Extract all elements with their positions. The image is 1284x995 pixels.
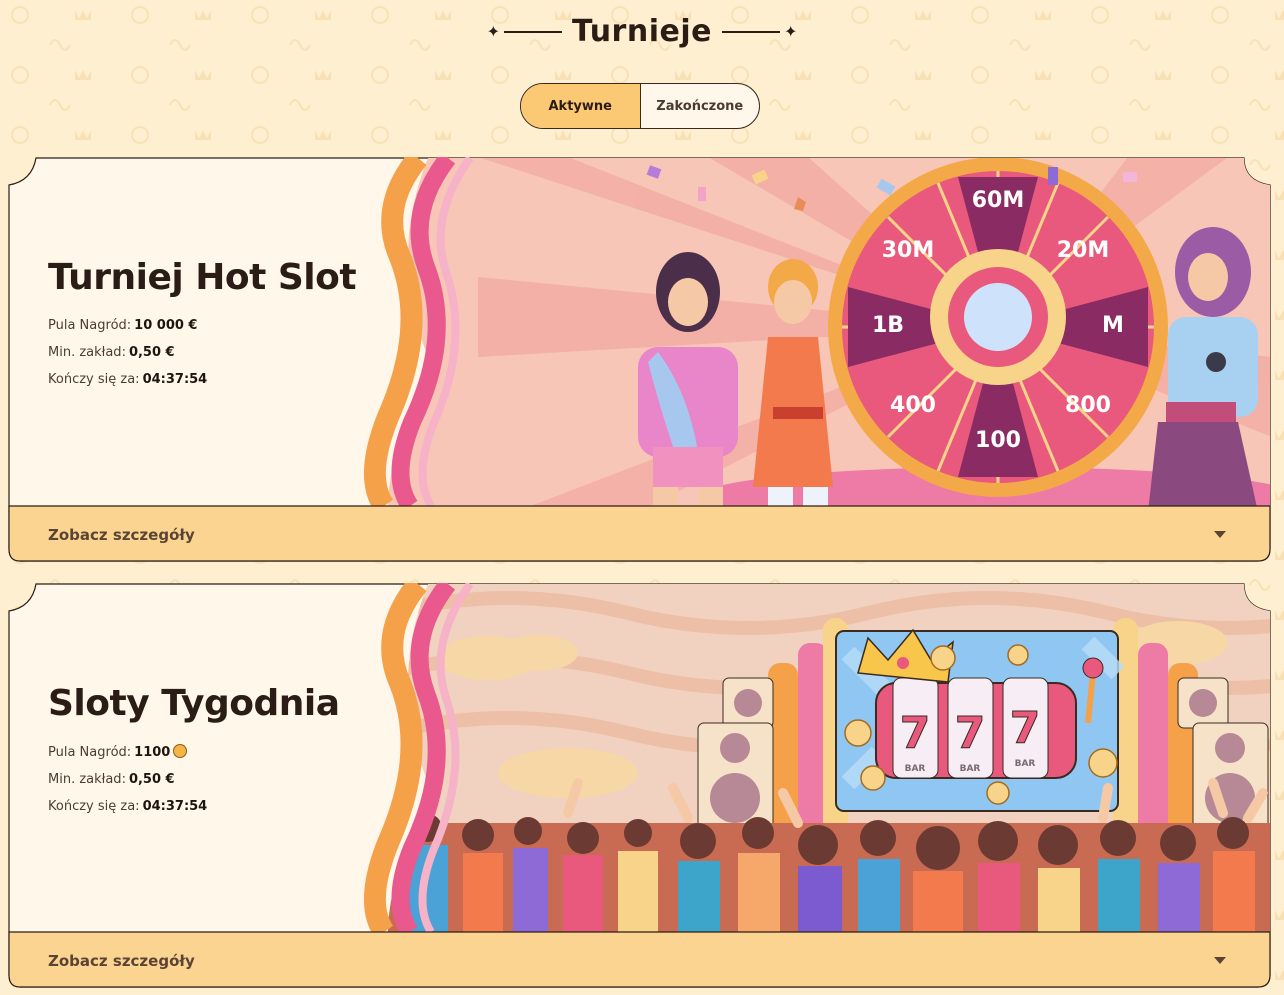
- tournament-info: Turniej Hot Slot Pula Nagród: 10 000 € Mi…: [48, 257, 378, 399]
- ends-in-row: Kończy się za: 04:37:54: [48, 799, 378, 814]
- svg-text:BAR: BAR: [960, 764, 981, 774]
- prize-pool-row: Pula Nagród: 1100: [48, 744, 378, 760]
- see-details-label: Zobacz szczegóły: [48, 951, 195, 970]
- ends-in-label: Kończy się za:: [48, 372, 140, 387]
- tab-active[interactable]: Aktywne: [521, 84, 641, 128]
- chevron-down-icon: [1214, 957, 1226, 964]
- tournament-card[interactable]: 777 BAR BAR BAR Sloty Tygodnia Pula Nagr…: [8, 583, 1272, 988]
- see-details-label: Zobacz szczegóły: [48, 525, 195, 544]
- svg-text:M: M: [1102, 313, 1124, 338]
- title-decoration-left: ✦: [486, 21, 563, 41]
- see-details-button[interactable]: Zobacz szczegóły: [8, 507, 1272, 562]
- countdown-timer: 04:37:54: [142, 799, 208, 814]
- prize-wheel-illustration: 60M 20M M 800 100 400 1B 30M: [388, 158, 1270, 506]
- prize-pool-label: Pula Nagród:: [48, 318, 132, 333]
- min-bet-value: 0,50 €: [128, 345, 175, 360]
- svg-text:7: 7: [900, 708, 931, 759]
- title-decoration-right: ✦: [721, 21, 798, 41]
- ends-in-row: Kończy się za: 04:37:54: [48, 372, 378, 387]
- svg-text:1B: 1B: [872, 313, 904, 338]
- sparkle-icon: ✦: [486, 21, 501, 41]
- min-bet-label: Min. zakład:: [48, 772, 126, 787]
- tournament-card[interactable]: 60M 20M M 800 100 400 1B 30M Turniej Hot…: [8, 157, 1272, 562]
- coin-icon: [173, 744, 188, 758]
- svg-text:100: 100: [975, 428, 1021, 453]
- svg-text:7: 7: [955, 708, 986, 759]
- min-bet-row: Min. zakład: 0,50 €: [48, 345, 378, 360]
- prize-pool-value: 10 000 €: [134, 318, 198, 333]
- prize-pool-label: Pula Nagród:: [48, 745, 132, 760]
- svg-text:BAR: BAR: [1015, 759, 1036, 769]
- ends-in-label: Kończy się za:: [48, 799, 140, 814]
- see-details-button[interactable]: Zobacz szczegóły: [8, 933, 1272, 988]
- svg-text:400: 400: [890, 393, 936, 418]
- min-bet-row: Min. zakład: 0,50 €: [48, 772, 378, 787]
- prize-pool-row: Pula Nagród: 10 000 €: [48, 318, 378, 333]
- chevron-down-icon: [1214, 531, 1226, 538]
- svg-text:30M: 30M: [882, 238, 935, 263]
- slot-machine-illustration: 777 BAR BAR BAR: [388, 584, 1270, 932]
- svg-text:7: 7: [1010, 703, 1041, 754]
- svg-text:800: 800: [1065, 393, 1111, 418]
- tab-finished[interactable]: Zakończone: [641, 84, 760, 128]
- min-bet-value: 0,50 €: [128, 772, 175, 787]
- countdown-timer: 04:37:54: [142, 372, 208, 387]
- tournament-info: Sloty Tygodnia Pula Nagród: 1100 Min. zak…: [48, 683, 378, 826]
- svg-text:20M: 20M: [1057, 238, 1110, 263]
- tournament-title: Turniej Hot Slot: [48, 257, 357, 298]
- svg-text:60M: 60M: [972, 188, 1025, 213]
- tournament-status-tabs: Aktywne Zakończone: [520, 83, 760, 129]
- page-title: Turnieje: [572, 14, 712, 49]
- tournament-title: Sloty Tygodnia: [48, 683, 340, 724]
- svg-text:BAR: BAR: [905, 764, 926, 774]
- min-bet-label: Min. zakład:: [48, 345, 126, 360]
- sparkle-icon: ✦: [783, 21, 798, 41]
- page-header: ✦ Turnieje ✦: [0, 0, 1284, 70]
- prize-pool-value: 1100: [134, 745, 171, 760]
